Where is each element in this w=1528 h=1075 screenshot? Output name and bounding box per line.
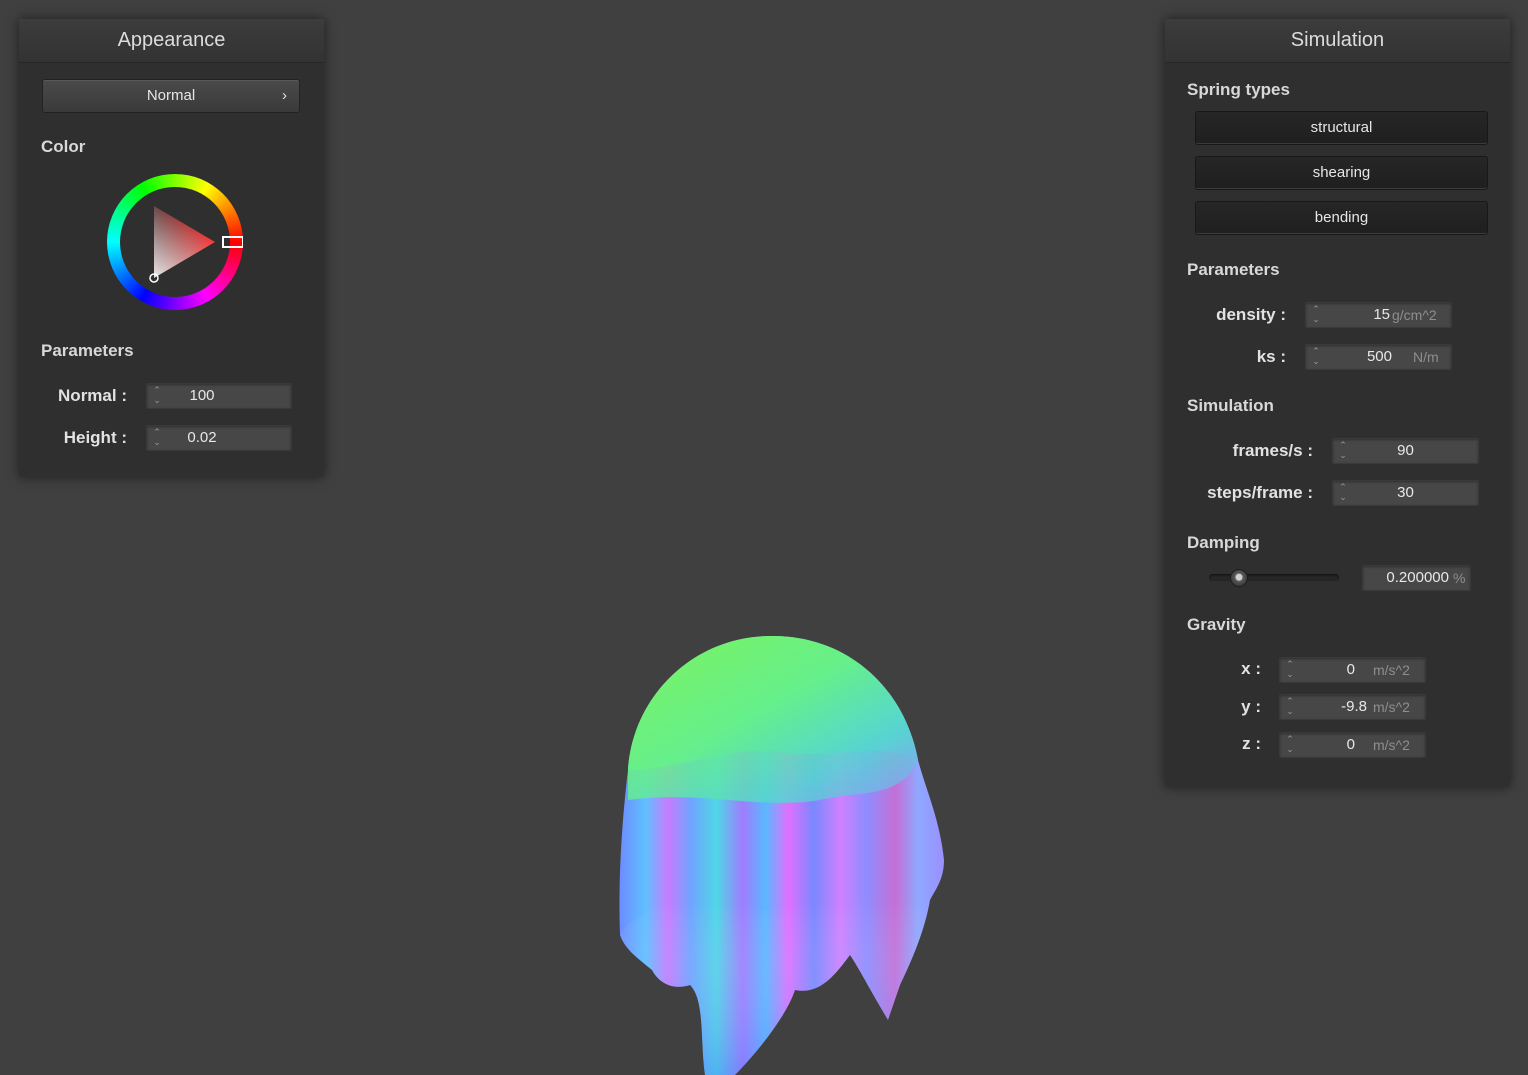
sim-parameters-label: Parameters (1187, 260, 1280, 279)
spinner-icon[interactable]: ⌃ ⌄ (1311, 304, 1321, 326)
simulation-section-label: Simulation (1187, 396, 1274, 415)
bending-button[interactable]: bending (1195, 201, 1488, 235)
damping-unit: % (1453, 570, 1466, 586)
spinner-icon[interactable]: ⌃ ⌄ (1285, 734, 1295, 756)
steps-input[interactable]: ⌃ ⌄ 30 (1332, 480, 1479, 506)
density-value: 15 (1373, 306, 1390, 323)
height-label: Height : (63, 428, 127, 447)
appearance-parameters-label: Parameters (41, 341, 134, 360)
appearance-panel: Appearance Normal › Color Parameters Nor… (19, 19, 324, 477)
damping-slider-track[interactable] (1209, 574, 1339, 581)
gravity-z-unit: m/s^2 (1373, 737, 1410, 753)
steps-value: 30 (1397, 484, 1414, 501)
normal-value: 100 (189, 387, 215, 404)
spinner-icon[interactable]: ⌃ ⌄ (1311, 346, 1321, 368)
damping-input[interactable]: 0.200000 % (1362, 565, 1471, 591)
spinner-icon[interactable]: ⌃ ⌄ (1285, 659, 1295, 681)
gravity-y-label: y : (1241, 697, 1261, 716)
appearance-title: Appearance (19, 19, 324, 63)
density-unit: g/cm^2 (1392, 307, 1437, 323)
spring-types-label: Spring types (1187, 80, 1290, 99)
spinner-icon[interactable]: ⌃ ⌄ (1338, 482, 1348, 504)
spinner-icon[interactable]: ⌃ ⌄ (1285, 696, 1295, 718)
spinner-icon[interactable]: ⌃ ⌄ (152, 385, 162, 407)
normal-label: Normal : (58, 386, 127, 405)
cloth-mesh (619, 636, 944, 1075)
gravity-x-label: x : (1241, 659, 1261, 678)
ks-value: 500 (1366, 348, 1392, 365)
fps-label: frames/s : (1232, 441, 1313, 460)
chevron-right-icon: › (282, 87, 287, 104)
steps-label: steps/frame : (1207, 483, 1313, 502)
gravity-z-value: 0 (1346, 736, 1355, 753)
ks-label: ks : (1256, 347, 1286, 366)
damping-value: 0.200000 (1386, 569, 1449, 586)
spinner-icon[interactable]: ⌃ ⌄ (1338, 440, 1348, 462)
ks-input[interactable]: ⌃ ⌄ 500 N/m (1305, 344, 1452, 370)
gravity-x-unit: m/s^2 (1373, 662, 1410, 678)
damping-slider-handle[interactable] (1229, 569, 1248, 587)
gravity-z-input[interactable]: ⌃ ⌄ 0 m/s^2 (1279, 732, 1426, 758)
shader-select-label: Normal (146, 87, 196, 104)
color-section-label: Color (41, 137, 86, 156)
gravity-z-label: z : (1242, 734, 1261, 753)
color-wheel[interactable] (107, 174, 243, 310)
simulation-panel: Simulation Spring types structural shear… (1165, 19, 1510, 787)
height-value: 0.02 (187, 429, 217, 446)
gravity-label: Gravity (1187, 615, 1246, 634)
gravity-y-input[interactable]: ⌃ ⌄ -9.8 m/s^2 (1279, 694, 1426, 720)
height-input[interactable]: ⌃ ⌄ 0.02 (146, 425, 292, 451)
gravity-x-value: 0 (1346, 661, 1355, 678)
gravity-x-input[interactable]: ⌃ ⌄ 0 m/s^2 (1279, 657, 1426, 683)
gravity-y-value: -9.8 (1341, 698, 1367, 715)
shearing-button[interactable]: shearing (1195, 156, 1488, 190)
density-label: density : (1216, 305, 1286, 324)
density-input[interactable]: ⌃ ⌄ 15 g/cm^2 (1305, 302, 1452, 328)
hue-ring-marker (222, 236, 243, 248)
simulation-title: Simulation (1165, 19, 1510, 63)
ks-unit: N/m (1413, 349, 1439, 365)
gravity-y-unit: m/s^2 (1373, 699, 1410, 715)
fps-input[interactable]: ⌃ ⌄ 90 (1332, 438, 1479, 464)
damping-label: Damping (1187, 533, 1260, 552)
normal-input[interactable]: ⌃ ⌄ 100 (146, 383, 292, 409)
shader-select-button[interactable]: Normal › (42, 79, 300, 113)
fps-value: 90 (1397, 442, 1414, 459)
structural-button[interactable]: structural (1195, 111, 1488, 145)
spinner-icon[interactable]: ⌃ ⌄ (152, 427, 162, 449)
